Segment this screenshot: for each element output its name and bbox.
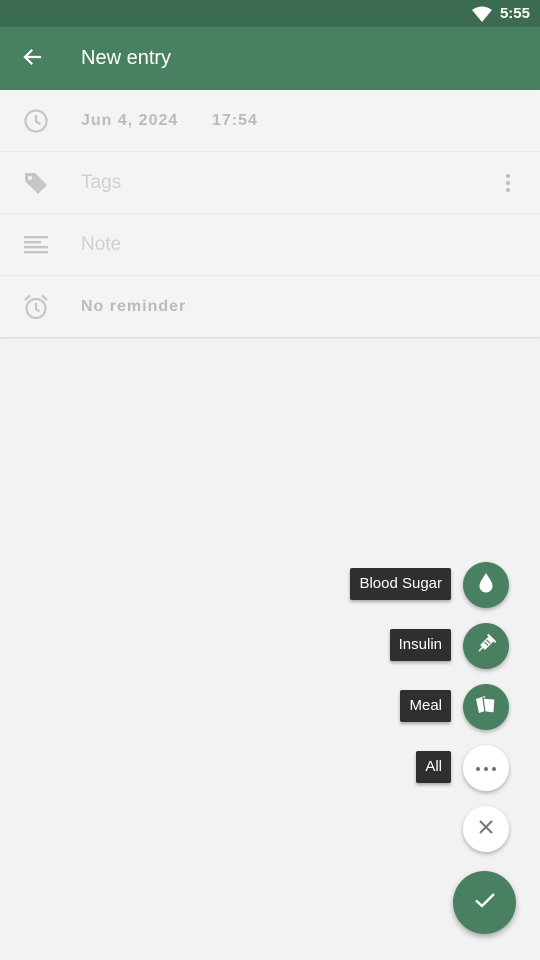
clock-icon	[22, 107, 50, 135]
status-time: 5:55	[499, 5, 530, 22]
note-row[interactable]: Note	[0, 214, 540, 276]
tags-row[interactable]: Tags	[0, 152, 540, 214]
save-entry-button[interactable]	[453, 871, 516, 934]
more-horiz-icon	[475, 759, 497, 777]
meal-label[interactable]: Meal	[400, 690, 451, 722]
back-button[interactable]	[12, 39, 52, 79]
check-icon	[474, 891, 496, 914]
note-input[interactable]: Note	[81, 214, 121, 275]
app-bar: New entry	[0, 27, 540, 90]
blood-sugar-label[interactable]: Blood Sugar	[350, 568, 451, 600]
notes-icon	[22, 231, 50, 259]
date-time-row: Jun 4, 2024 17:54	[0, 90, 540, 152]
tag-icon	[22, 169, 50, 197]
page-title: New entry	[81, 47, 172, 69]
more-vert-icon[interactable]	[498, 172, 518, 194]
alarm-icon	[22, 293, 50, 321]
date-value[interactable]: Jun 4, 2024	[81, 90, 178, 151]
close-fab-menu-button[interactable]	[463, 806, 509, 852]
reminder-value[interactable]: No reminder	[81, 276, 186, 337]
entry-form: Jun 4, 2024 17:54 Tags Note No reminder	[0, 90, 540, 337]
blood-sugar-button[interactable]	[463, 562, 509, 608]
meal-button[interactable]	[463, 684, 509, 730]
meal-icon	[473, 692, 499, 723]
status-bar: 5:55	[0, 0, 540, 27]
syringe-icon	[474, 632, 498, 661]
all-label[interactable]: All	[416, 751, 451, 783]
drop-icon	[474, 571, 498, 600]
arrow-back-icon	[22, 47, 42, 72]
all-button[interactable]	[463, 745, 509, 791]
status-right: 5:55	[471, 0, 530, 27]
wifi-icon	[471, 6, 492, 22]
close-icon	[478, 819, 494, 840]
reminder-row[interactable]: No reminder	[0, 276, 540, 337]
insulin-button[interactable]	[463, 623, 509, 669]
insulin-label[interactable]: Insulin	[389, 629, 451, 661]
tags-input[interactable]: Tags	[81, 152, 121, 213]
time-value[interactable]: 17:54	[212, 90, 258, 151]
